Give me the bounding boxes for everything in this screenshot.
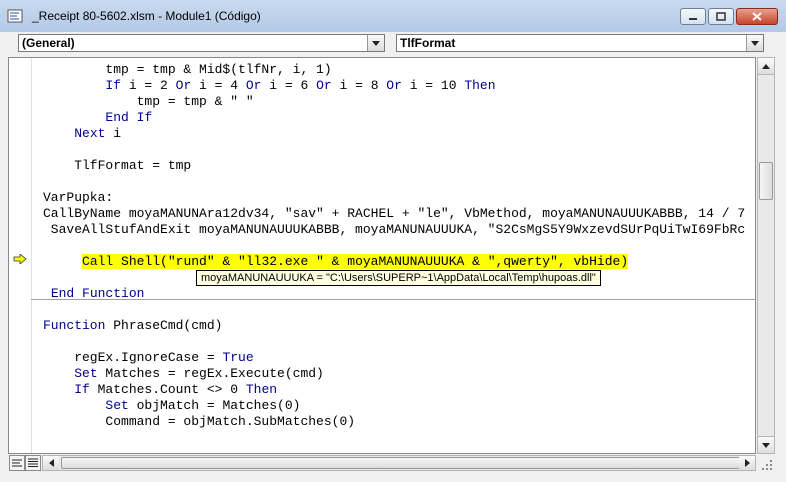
vba-module-icon bbox=[7, 9, 23, 23]
title-bar[interactable]: _Receipt 80-5602.xlsm - Module1 (Código) bbox=[0, 0, 786, 32]
code-line[interactable]: Call Shell("rund" & "ll32.exe " & moyaMA… bbox=[43, 254, 629, 270]
vertical-scroll-thumb[interactable] bbox=[759, 162, 773, 200]
code-line[interactable]: CallByName moyaMANUNAra12dv34, "sav" + R… bbox=[43, 206, 745, 222]
chevron-up-icon bbox=[762, 63, 770, 69]
scroll-up-button[interactable] bbox=[758, 58, 774, 75]
code-line[interactable]: SaveAllStufAndExit moyaMANUNAUUUKABBB, m… bbox=[43, 222, 745, 238]
chevron-left-icon bbox=[48, 459, 54, 467]
chevron-down-icon bbox=[372, 40, 380, 46]
window-title: _Receipt 80-5602.xlsm - Module1 (Código) bbox=[32, 9, 261, 23]
code-line[interactable]: End If bbox=[43, 110, 152, 126]
chevron-right-icon bbox=[744, 459, 750, 467]
window-controls bbox=[680, 8, 778, 25]
maximize-button[interactable] bbox=[708, 8, 734, 25]
horizontal-scrollbar[interactable] bbox=[42, 455, 756, 471]
scroll-left-button[interactable] bbox=[43, 456, 59, 470]
maximize-icon bbox=[716, 12, 726, 21]
code-line[interactable]: TlfFormat = tmp bbox=[43, 158, 191, 174]
scroll-down-button[interactable] bbox=[758, 436, 774, 453]
execution-arrow-icon bbox=[13, 254, 27, 264]
code-line[interactable]: Next i bbox=[43, 126, 121, 142]
procedure-dropdown-button[interactable] bbox=[746, 35, 763, 51]
full-module-view-icon bbox=[28, 458, 38, 467]
code-line[interactable]: regEx.IgnoreCase = True bbox=[43, 350, 253, 366]
full-module-view-button[interactable] bbox=[25, 455, 41, 471]
object-dropdown[interactable]: (General) bbox=[18, 34, 385, 52]
code-editor[interactable]: tmp = tmp & Mid$(tlfNr, i, 1) If i = 2 O… bbox=[8, 57, 756, 454]
procedure-view-icon bbox=[12, 459, 22, 467]
code-line[interactable]: Set objMatch = Matches(0) bbox=[43, 398, 300, 414]
close-button[interactable] bbox=[736, 8, 778, 25]
object-dropdown-value: (General) bbox=[22, 36, 75, 50]
code-line[interactable]: tmp = tmp & Mid$(tlfNr, i, 1) bbox=[43, 62, 331, 78]
vertical-scrollbar[interactable] bbox=[757, 57, 775, 454]
horizontal-scroll-thumb[interactable] bbox=[61, 457, 751, 469]
code-line[interactable]: Set Matches = regEx.Execute(cmd) bbox=[43, 366, 324, 382]
object-dropdown-button[interactable] bbox=[367, 35, 384, 51]
code-line[interactable]: Command = objMatch.SubMatches(0) bbox=[43, 414, 355, 430]
close-icon bbox=[752, 12, 762, 21]
code-line[interactable]: tmp = tmp & " " bbox=[43, 94, 254, 110]
procedure-view-button[interactable] bbox=[9, 455, 25, 471]
procedure-dropdown[interactable]: TlfFormat bbox=[396, 34, 764, 52]
code-line[interactable]: Function PhraseCmd(cmd) bbox=[43, 318, 222, 334]
procedure-dropdown-value: TlfFormat bbox=[400, 36, 456, 50]
minimize-icon bbox=[689, 17, 697, 20]
scroll-right-button[interactable] bbox=[739, 456, 755, 470]
execution-highlight: Call Shell("rund" & "ll32.exe " & moyaMA… bbox=[82, 254, 629, 269]
minimize-button[interactable] bbox=[680, 8, 706, 25]
code-line[interactable]: If i = 2 Or i = 4 Or i = 6 Or i = 8 Or i… bbox=[43, 78, 495, 94]
procedure-separator bbox=[31, 299, 755, 300]
code-line[interactable]: If Matches.Count <> 0 Then bbox=[43, 382, 277, 398]
chevron-down-icon bbox=[751, 40, 759, 46]
chevron-down-icon bbox=[762, 442, 770, 448]
resize-grip-icon[interactable] bbox=[760, 458, 774, 472]
data-tip: moyaMANUNAUUUKA = "C:\Users\SUPERP~1\App… bbox=[196, 270, 601, 286]
code-line[interactable]: VarPupka: bbox=[43, 190, 113, 206]
